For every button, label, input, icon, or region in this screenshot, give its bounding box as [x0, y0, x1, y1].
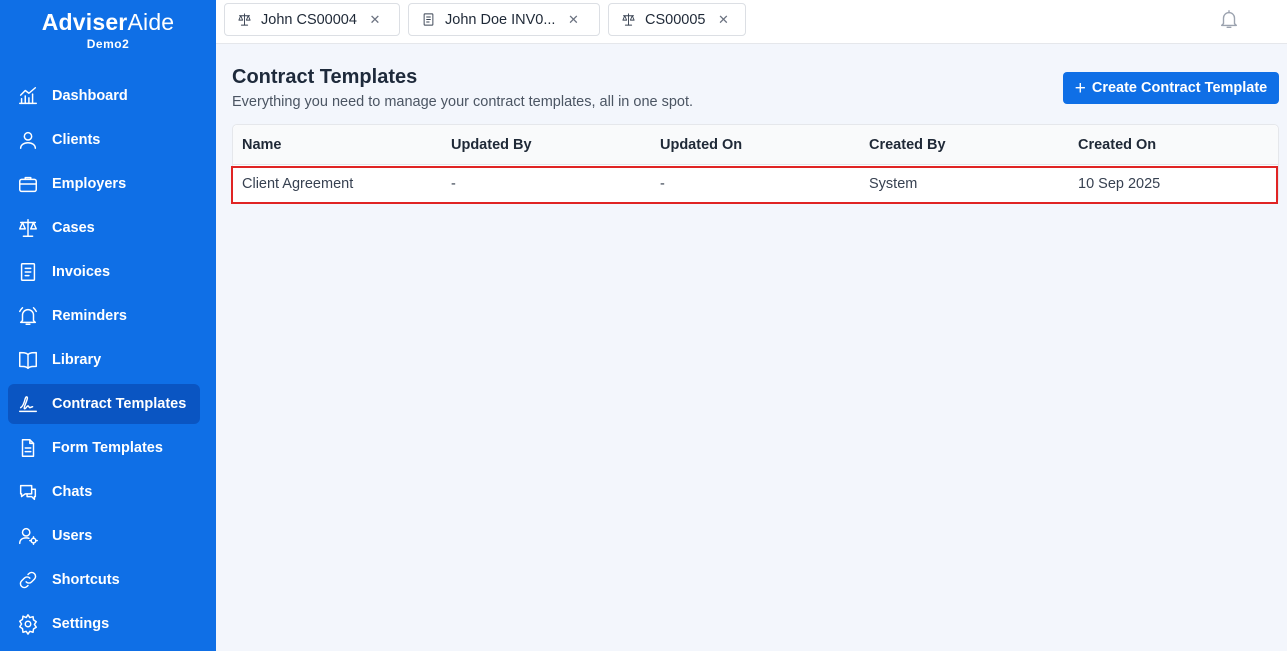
tab-label: John Doe INV0...	[445, 11, 556, 28]
sidebar-item-chats[interactable]: Chats	[8, 472, 200, 512]
cell-updated-on: -	[660, 175, 665, 192]
top-bar: John CS00004 ✕ John Doe INV0... ✕ CS0000…	[216, 0, 1287, 44]
document-icon	[16, 436, 40, 460]
column-header-updated-by[interactable]: Updated By	[442, 137, 651, 153]
sidebar-item-label: Users	[52, 528, 93, 544]
sidebar-item-clients[interactable]: Clients	[8, 120, 200, 160]
chart-icon	[16, 84, 40, 108]
sidebar-item-label: Contract Templates	[52, 396, 187, 412]
sidebar-item-label: Chats	[52, 484, 93, 500]
sidebar-item-settings[interactable]: Settings	[8, 604, 200, 644]
sidebar-item-contract-templates[interactable]: Contract Templates	[8, 384, 200, 424]
sidebar-item-label: Invoices	[52, 264, 111, 280]
column-header-name[interactable]: Name	[233, 137, 442, 153]
sidebar-item-invoices[interactable]: Invoices	[8, 252, 200, 292]
sidebar-item-label: Shortcuts	[52, 572, 120, 588]
cell-name: Client Agreement	[242, 175, 354, 192]
bell-icon	[16, 304, 40, 328]
sidebar: AdviserAide Demo2 Dashboard Clients Empl…	[0, 0, 216, 651]
user-icon	[16, 128, 40, 152]
tab-john-doe-invoice[interactable]: John Doe INV0... ✕	[408, 3, 600, 36]
sidebar-item-users[interactable]: Users	[8, 516, 200, 556]
user-gear-icon	[16, 524, 40, 548]
table-header: Name Updated By Updated On Created By Cr…	[233, 125, 1278, 165]
scales-icon	[237, 12, 253, 28]
sidebar-item-reminders[interactable]: Reminders	[8, 296, 200, 336]
sidebar-item-label: Form Templates	[52, 440, 163, 456]
sidebar-item-label: Library	[52, 352, 102, 368]
signature-icon	[16, 392, 40, 416]
notifications-bell-icon[interactable]	[1218, 8, 1242, 32]
sidebar-item-employers[interactable]: Employers	[8, 164, 200, 204]
sidebar-item-cases[interactable]: Cases	[8, 208, 200, 248]
brand-name-light: Aide	[127, 9, 175, 35]
sidebar-item-label: Cases	[52, 220, 95, 236]
book-icon	[16, 348, 40, 372]
sidebar-item-library[interactable]: Library	[8, 340, 200, 380]
scales-icon	[621, 12, 637, 28]
sidebar-item-label: Settings	[52, 616, 110, 632]
close-icon[interactable]: ✕	[567, 12, 579, 28]
cell-created-by: System	[869, 175, 918, 192]
scales-icon	[16, 216, 40, 240]
sidebar-item-label: Dashboard	[52, 88, 128, 104]
tab-label: CS00005	[645, 11, 706, 28]
brand-name-bold: Adviser	[41, 9, 128, 35]
cell-updated-by: -	[451, 175, 456, 192]
column-header-created-by[interactable]: Created By	[860, 137, 1069, 153]
sidebar-item-label: Reminders	[52, 308, 127, 324]
tab-john-cs00004[interactable]: John CS00004 ✕	[224, 3, 400, 36]
sidebar-item-dashboard[interactable]: Dashboard	[8, 76, 200, 116]
tab-cs00005[interactable]: CS00005 ✕	[608, 3, 746, 36]
column-header-updated-on[interactable]: Updated On	[651, 137, 860, 153]
create-contract-template-button[interactable]: + Create Contract Template	[1063, 72, 1279, 104]
column-header-created-on[interactable]: Created On	[1069, 137, 1278, 153]
sidebar-item-label: Employers	[52, 176, 127, 192]
sidebar-nav: Dashboard Clients Employers Cases Invoic…	[8, 76, 200, 648]
table-row[interactable]: Client Agreement - - System 10 Sep 2025	[233, 165, 1278, 202]
invoice-icon	[16, 260, 40, 284]
tab-label: John CS00004	[261, 11, 357, 28]
cell-created-on: 10 Sep 2025	[1078, 175, 1161, 192]
brand-logo[interactable]: AdviserAide Demo2	[0, 0, 216, 60]
briefcase-icon	[16, 172, 40, 196]
plus-icon: +	[1074, 77, 1086, 99]
contract-templates-table: Name Updated By Updated On Created By Cr…	[232, 124, 1279, 203]
page-subtitle: Everything you need to manage your contr…	[232, 94, 694, 110]
sidebar-item-shortcuts[interactable]: Shortcuts	[8, 560, 200, 600]
gear-icon	[16, 612, 40, 636]
link-icon	[16, 568, 40, 592]
sidebar-item-label: Clients	[52, 132, 101, 148]
close-icon[interactable]: ✕	[369, 12, 381, 28]
chat-icon	[16, 480, 40, 504]
sidebar-item-form-templates[interactable]: Form Templates	[8, 428, 200, 468]
create-button-label: Create Contract Template	[1091, 80, 1268, 96]
brand-name: AdviserAide	[0, 8, 216, 36]
invoice-icon	[421, 12, 437, 28]
page-title: Contract Templates	[232, 66, 418, 88]
close-icon[interactable]: ✕	[717, 12, 729, 28]
brand-subtitle: Demo2	[86, 37, 130, 51]
